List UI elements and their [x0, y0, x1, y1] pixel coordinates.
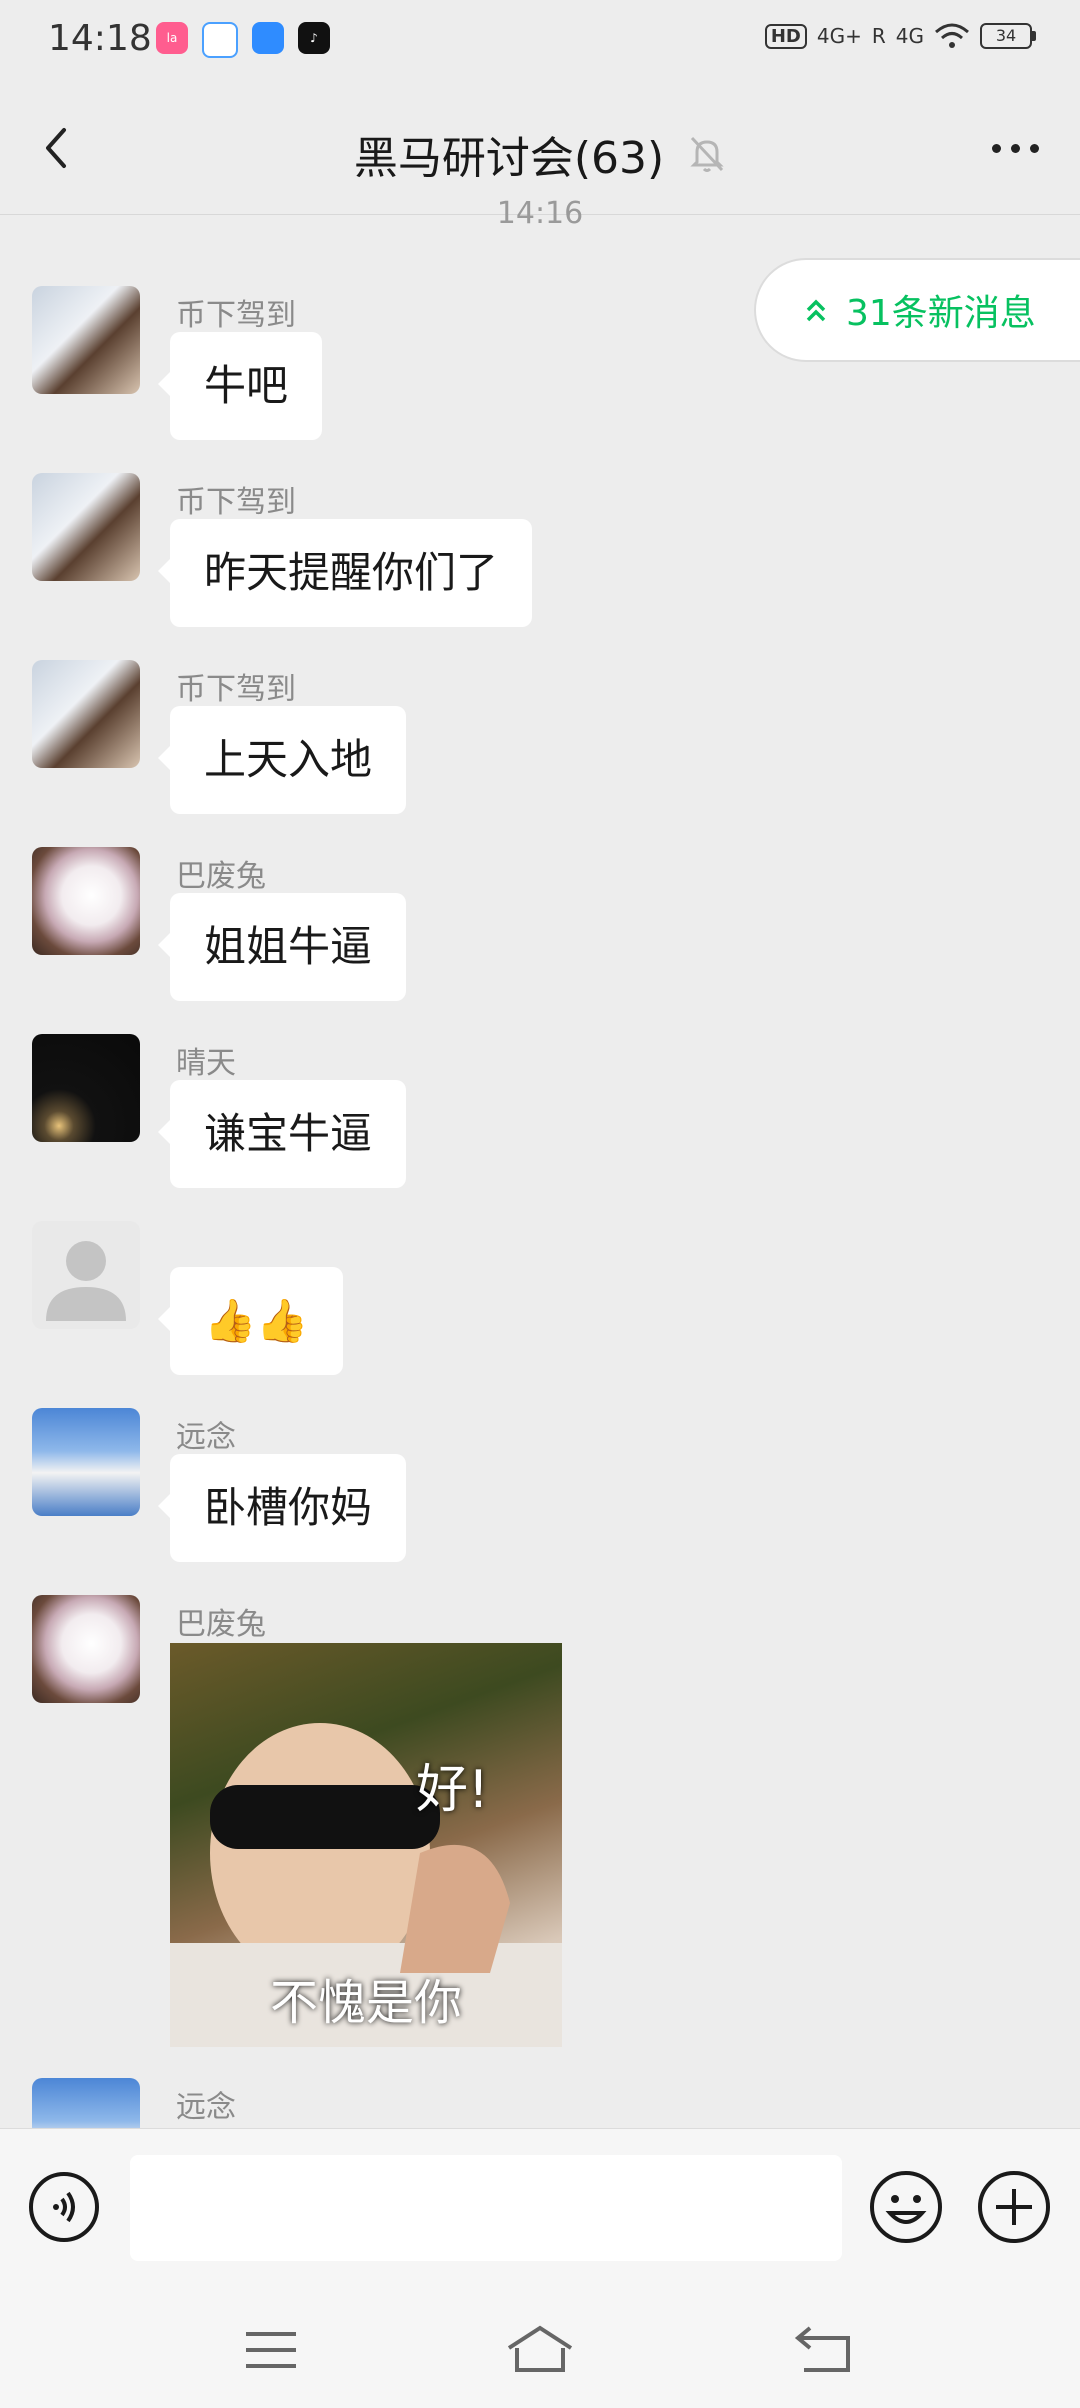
avatar[interactable]	[32, 1034, 140, 1142]
wifi-icon	[935, 23, 969, 48]
lala-app-icon: la	[156, 22, 188, 54]
status-time: 14:18	[48, 18, 152, 59]
chat-timestamp: 14:16	[496, 196, 584, 231]
notification-icons: la ♪	[156, 22, 330, 58]
avatar[interactable]	[32, 660, 140, 768]
roaming-indicator: R	[871, 24, 886, 48]
message-bubble[interactable]: 昨天提醒你们了	[157, 519, 533, 627]
sender-name: 远念	[176, 2090, 236, 2125]
hd-icon: HD	[764, 23, 807, 49]
avatar[interactable]	[32, 1408, 140, 1516]
message-input[interactable]	[130, 2155, 842, 2261]
status-indicators: HD 4G+ R 4G 34	[764, 22, 1036, 50]
sticker-caption-top: 好!	[416, 1760, 489, 1820]
sender-name: 币下驾到	[176, 672, 296, 707]
message-row: 远念	[0, 2078, 1080, 2128]
new-messages-button[interactable]: 31条新消息	[754, 258, 1080, 362]
back-icon[interactable]	[790, 2320, 860, 2380]
tiktok-icon: ♪	[298, 22, 330, 54]
avatar[interactable]	[32, 286, 140, 394]
message-bubble[interactable]: 谦宝牛逼	[157, 1080, 407, 1188]
feishu-icon	[252, 22, 284, 54]
sticker-image[interactable]: 好! 不愧是你	[170, 1643, 562, 2047]
message-bubble[interactable]: 卧槽你妈	[157, 1454, 407, 1562]
menu-icon[interactable]	[236, 2320, 306, 2380]
add-more-icon[interactable]	[976, 2169, 1052, 2245]
system-navigation-bar	[0, 2280, 1080, 2408]
input-bar	[0, 2128, 1080, 2281]
avatar[interactable]	[32, 2078, 140, 2128]
message-bubble[interactable]: 上天入地	[157, 706, 407, 814]
voice-input-icon[interactable]	[28, 2171, 100, 2243]
signal-4g-icon: 4G	[895, 24, 924, 48]
home-icon[interactable]	[505, 2320, 575, 2380]
sender-name: 巴废兔	[176, 1607, 266, 1642]
avatar[interactable]	[32, 1221, 140, 1329]
sender-name: 币下驾到	[176, 298, 296, 333]
new-messages-label: 31条新消息	[846, 293, 1036, 334]
avatar[interactable]	[32, 847, 140, 955]
double-chevron-up-icon	[806, 299, 826, 322]
default-avatar-icon	[46, 1241, 126, 1321]
sender-name: 巴废兔	[176, 859, 266, 894]
emoji-icon[interactable]	[868, 2169, 944, 2245]
battery-icon: 34	[980, 23, 1036, 49]
sender-name: 远念	[176, 1420, 236, 1455]
avatar[interactable]	[32, 1595, 140, 1703]
avatar[interactable]	[32, 473, 140, 581]
sender-name: 晴天	[176, 1046, 236, 1081]
message-bubble[interactable]: 牛吧	[157, 332, 323, 440]
status-bar: 14:18 la ♪ HD 4G+ R 4G 34	[0, 0, 1080, 84]
page-title: 黑马研讨会(63)	[353, 133, 665, 184]
message-bubble[interactable]: 👍👍	[158, 1267, 343, 1375]
message-bubble[interactable]: 姐姐牛逼	[157, 893, 407, 1001]
more-options-icon[interactable]	[980, 118, 1050, 178]
signal-4g-plus-icon: 4G+	[816, 24, 862, 48]
sticker-caption-bottom: 不愧是你	[269, 1975, 462, 2031]
mute-bell-icon	[690, 136, 724, 172]
sender-name: 币下驾到	[176, 485, 296, 520]
baidu-netdisk-icon	[202, 22, 238, 58]
